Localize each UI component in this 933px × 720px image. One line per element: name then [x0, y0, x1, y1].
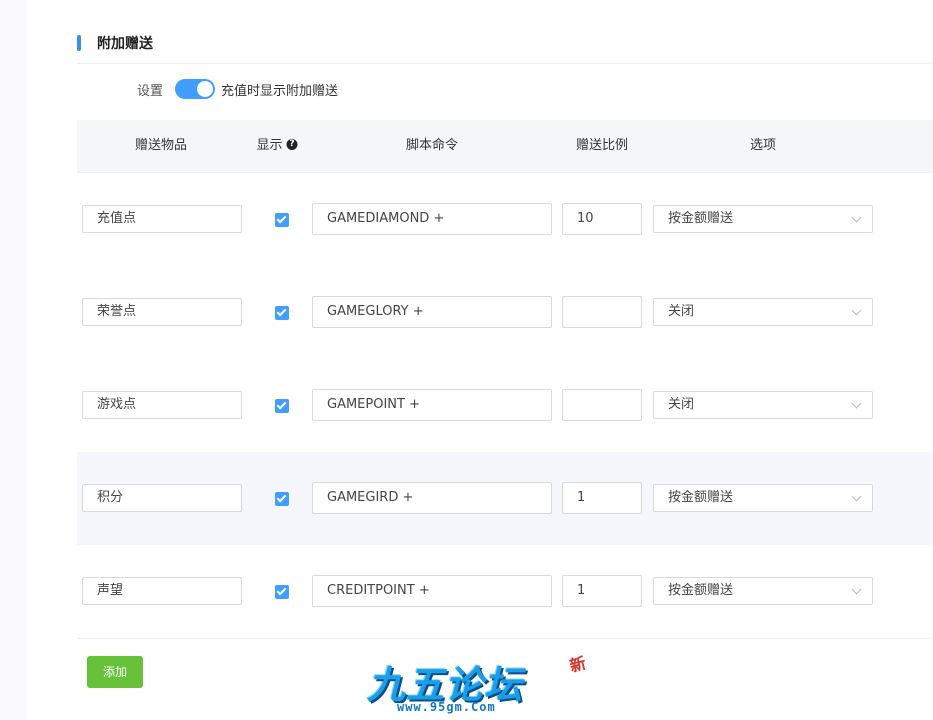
- switch-knob: [197, 81, 214, 97]
- show-extra-gift-switch[interactable]: [175, 79, 216, 99]
- table-row: 荣誉点 GAMEGLORY + 关闭: [77, 266, 933, 360]
- gift-item-input[interactable]: 游戏点: [82, 391, 242, 419]
- script-command-input[interactable]: GAMEGLORY +: [312, 296, 552, 328]
- option-select[interactable]: 关闭: [653, 391, 873, 419]
- help-icon[interactable]: ?: [286, 139, 298, 150]
- col-gift-ratio: 赠送比例: [575, 138, 629, 153]
- option-select[interactable]: 按金额赠送: [653, 484, 873, 512]
- chevron-down-icon: [851, 305, 862, 316]
- main-panel: 附加赠送 设置 充值时显示附加赠送 赠送物品 显示? 脚本命令 赠送比例 选项 …: [27, 0, 933, 720]
- gift-ratio-input[interactable]: [562, 389, 642, 421]
- section-header: 附加赠送: [77, 34, 153, 52]
- option-select[interactable]: 按金额赠送: [653, 577, 873, 605]
- chevron-down-icon: [851, 584, 862, 595]
- section-accent-bar: [77, 35, 81, 51]
- table-row: 游戏点 GAMEPOINT + 关闭: [77, 359, 933, 453]
- setting-label: 设置: [137, 83, 164, 99]
- section-divider: [77, 63, 933, 64]
- gift-ratio-input[interactable]: 1: [562, 482, 642, 514]
- col-script-command: 脚本命令: [405, 138, 459, 153]
- add-button[interactable]: 添加: [87, 656, 143, 688]
- forum-logo: 九五论坛 新 www.95gm.Com: [367, 650, 588, 716]
- show-checkbox[interactable]: [275, 399, 289, 413]
- col-options: 选项: [749, 138, 777, 153]
- chevron-down-icon: [851, 398, 862, 409]
- gift-item-input[interactable]: 声望: [82, 577, 242, 605]
- option-select-value: 关闭: [668, 304, 695, 319]
- chevron-down-icon: [851, 491, 862, 502]
- chevron-down-icon: [851, 212, 862, 223]
- gift-ratio-input[interactable]: 10: [562, 203, 642, 235]
- switch-description: 充值时显示附加赠送: [221, 83, 339, 99]
- option-select[interactable]: 关闭: [653, 298, 873, 326]
- script-command-input[interactable]: CREDITPOINT +: [312, 575, 552, 607]
- option-select[interactable]: 按金额赠送: [653, 205, 873, 233]
- option-select-value: 按金额赠送: [668, 583, 734, 598]
- option-select-value: 关闭: [668, 397, 695, 412]
- table-row: 积分 GAMEGIRD + 1 按金额赠送: [77, 452, 933, 546]
- show-checkbox[interactable]: [275, 492, 289, 506]
- table-row: 充值点 GAMEDIAMOND + 10 按金额赠送: [77, 173, 933, 267]
- col-show: 显示?: [256, 120, 298, 172]
- table-header: 赠送物品 显示? 脚本命令 赠送比例 选项: [77, 120, 933, 173]
- show-checkbox[interactable]: [275, 585, 289, 599]
- option-select-value: 按金额赠送: [668, 211, 734, 226]
- script-command-input[interactable]: GAMEGIRD +: [312, 482, 552, 514]
- show-checkbox[interactable]: [275, 213, 289, 227]
- script-command-input[interactable]: GAMEDIAMOND +: [312, 203, 552, 235]
- show-checkbox[interactable]: [275, 306, 289, 320]
- gift-item-input[interactable]: 充值点: [82, 205, 242, 233]
- logo-badge: 新: [567, 653, 589, 676]
- script-command-input[interactable]: GAMEPOINT +: [312, 389, 552, 421]
- col-gift-item: 赠送物品: [134, 138, 188, 153]
- logo-url: www.95gm.Com: [397, 700, 496, 714]
- gift-ratio-input[interactable]: [562, 296, 642, 328]
- option-select-value: 按金额赠送: [668, 490, 734, 505]
- section-title: 附加赠送: [97, 36, 153, 52]
- gift-ratio-input[interactable]: 1: [562, 575, 642, 607]
- col-show-label: 显示: [256, 138, 283, 153]
- setting-row: 设置 充值时显示附加赠送: [137, 77, 338, 101]
- gift-item-input[interactable]: 积分: [82, 484, 242, 512]
- gift-item-input[interactable]: 荣誉点: [82, 298, 242, 326]
- table-row: 声望 CREDITPOINT + 1 按金额赠送: [77, 545, 933, 639]
